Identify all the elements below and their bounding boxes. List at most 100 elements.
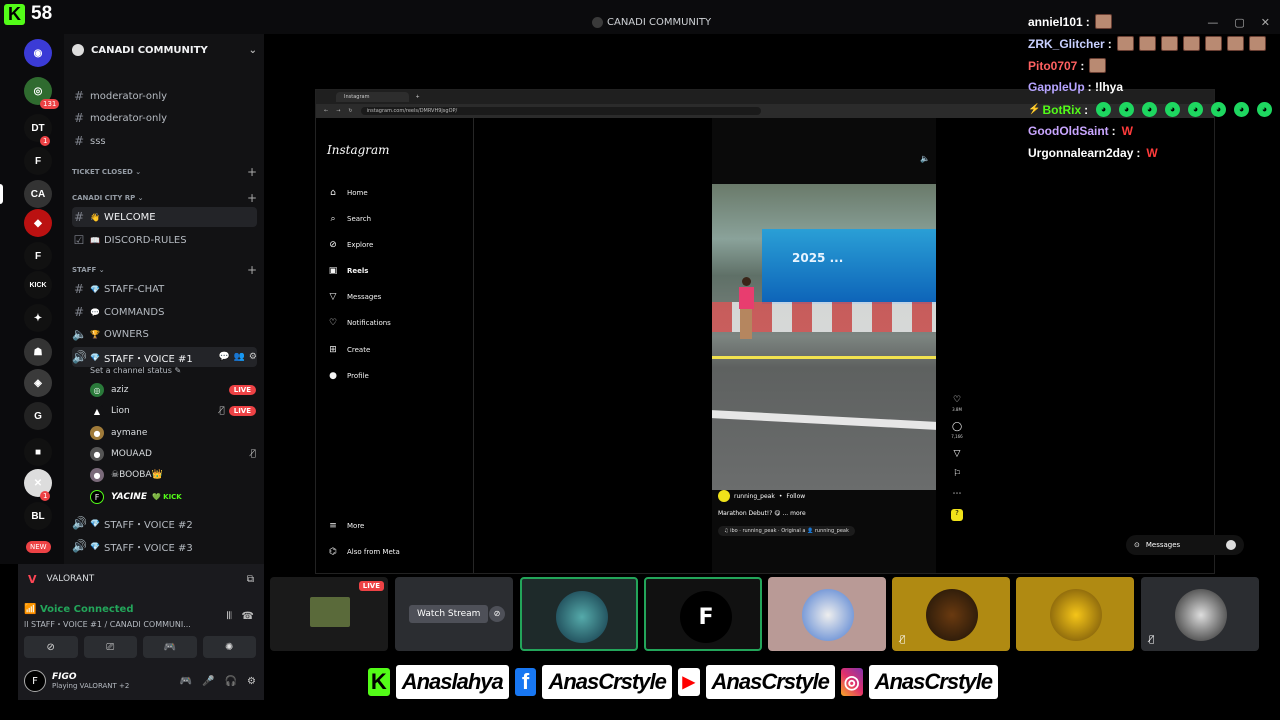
- server-10[interactable]: ☗: [24, 338, 52, 366]
- server-5[interactable]: CA: [24, 180, 52, 208]
- chevron-down-icon[interactable]: ⌄: [249, 45, 257, 56]
- soundboard-button[interactable]: ✺: [202, 636, 256, 658]
- stream-tile-4[interactable]: F: [644, 577, 762, 651]
- mute-icon[interactable]: 🔈: [920, 154, 930, 163]
- instagram-logo[interactable]: Instagram: [327, 143, 390, 157]
- guild-header[interactable]: CANADI COMMUNITY ⌄: [72, 42, 257, 58]
- plus-icon[interactable]: +: [247, 165, 257, 179]
- new-tab-icon[interactable]: +: [415, 94, 419, 100]
- channel-owners[interactable]: 🔈 🏆 OWNERS: [72, 324, 257, 344]
- headphones-icon[interactable]: 🎧: [225, 676, 237, 687]
- channel-staff-voice-3[interactable]: 🔊 💎 STAFF・VOICE #3: [72, 536, 257, 556]
- chat-username[interactable]: anniel101: [1028, 15, 1083, 29]
- ig-nav-search[interactable]: ⌕ Search: [328, 214, 371, 224]
- channel-status[interactable]: Set a channel status ✎: [90, 366, 181, 375]
- ig-nav-reels[interactable]: ▣ Reels: [328, 266, 369, 276]
- channel-staff-chat[interactable]: # 💎 STAFF-CHAT: [72, 279, 257, 299]
- server-7[interactable]: F: [24, 242, 52, 270]
- noise-suppression-icon[interactable]: 𝄃𝄃: [227, 611, 231, 622]
- close-icon[interactable]: ⊘: [489, 606, 505, 622]
- screen-share-icon[interactable]: ⧉: [247, 574, 254, 585]
- stream-tile-5[interactable]: [768, 577, 886, 651]
- ig-nav-messages[interactable]: ▽ Messages: [328, 292, 382, 302]
- more-options-icon[interactable]: ⋯: [953, 489, 962, 499]
- camera-off-button[interactable]: ⊘: [24, 636, 78, 658]
- follow-button[interactable]: Follow: [786, 493, 805, 500]
- ig-nav-create[interactable]: ⊞ Create: [328, 345, 370, 355]
- add-member-icon[interactable]: 👥: [234, 352, 245, 362]
- chat-username[interactable]: ZRK_Glitcher: [1028, 37, 1105, 51]
- reel-video[interactable]: 2025 ...: [712, 184, 936, 490]
- chat-username[interactable]: Pito0707: [1028, 59, 1077, 73]
- stream-tile-2[interactable]: Watch Stream ⊘: [395, 577, 513, 651]
- category-canadi-city[interactable]: CANADI CITY RP ⌄ +: [72, 191, 257, 205]
- browser-tab[interactable]: Instagram: [336, 92, 410, 102]
- share-icon[interactable]: ▽: [954, 449, 961, 459]
- activity-button[interactable]: 🎮: [143, 636, 197, 658]
- chat-username[interactable]: Urgonnalearn2day: [1028, 146, 1133, 160]
- server-15[interactable]: BL: [24, 502, 52, 530]
- server-11[interactable]: ◈: [24, 369, 52, 397]
- server-13[interactable]: ■: [24, 438, 52, 466]
- ig-nav-notifications[interactable]: ♡ Notifications: [328, 318, 391, 328]
- chat-username[interactable]: GappleUp: [1028, 80, 1085, 94]
- address-input[interactable]: instagram.com/reels/DMRVH9jsgOP/: [360, 107, 761, 115]
- ig-nav-home[interactable]: ⌂ Home: [328, 188, 368, 198]
- channel-staff-voice-1[interactable]: 🔊 💎 STAFF・VOICE #1 💬 👥 ⚙: [72, 347, 257, 367]
- disconnect-icon[interactable]: ☎: [242, 611, 254, 622]
- like-icon[interactable]: ♡: [953, 395, 961, 405]
- server-1[interactable]: ◉: [24, 39, 52, 67]
- reel-caption[interactable]: Marathon Debut!? 😋 ... more: [718, 510, 930, 517]
- server-12[interactable]: G: [24, 402, 52, 430]
- ig-nav-more[interactable]: ≡ More: [328, 521, 364, 531]
- channel-moderator-only-2[interactable]: # moderator-only: [72, 108, 257, 128]
- audio-thumbnail-icon[interactable]: ?: [951, 509, 963, 521]
- reel-audio[interactable]: ♫ ibo · running_peak · Original a 👤 runn…: [718, 526, 855, 536]
- current-user[interactable]: F FIGO Playing VALORANT +2 🎮 🎤 🎧 ⚙: [24, 668, 256, 694]
- channel-welcome[interactable]: # 👋 WELCOME: [72, 207, 257, 227]
- stream-tile-8[interactable]: 🎙̸: [1141, 577, 1259, 651]
- reel-player[interactable]: 🔈 2025 ... running_peak • Follow Maratho…: [712, 118, 936, 573]
- microphone-icon[interactable]: 🎤: [202, 676, 214, 687]
- chat-username[interactable]: BotRix: [1042, 103, 1081, 117]
- voice-user-aymane[interactable]: ● aymane: [90, 423, 256, 443]
- channel-discord-rules[interactable]: ☑ 📖 DISCORD-RULES: [72, 230, 257, 250]
- messages-pill[interactable]: ⊙ Messages: [1126, 535, 1244, 555]
- share-screen-button[interactable]: ⎚: [83, 636, 137, 658]
- chat-username[interactable]: GoodOldSaint: [1028, 124, 1109, 138]
- reload-icon[interactable]: ↻: [348, 108, 352, 114]
- comment-icon[interactable]: ◯: [952, 422, 962, 432]
- stream-tile-6[interactable]: 🎙̸: [892, 577, 1010, 651]
- server-6[interactable]: ◆: [24, 209, 52, 237]
- ig-nav-explore[interactable]: ⊘ Explore: [328, 240, 373, 250]
- gear-icon[interactable]: ⚙: [247, 676, 256, 687]
- bookmark-icon[interactable]: ⚐: [953, 469, 961, 479]
- server-9[interactable]: ✦: [24, 304, 52, 332]
- voice-user-lion[interactable]: ▲ Lion 🎙̸ LIVE: [90, 401, 256, 421]
- reel-author[interactable]: running_peak • Follow: [718, 490, 930, 502]
- ig-nav-profile[interactable]: ● Profile: [328, 371, 369, 381]
- channel-staff-voice-2[interactable]: 🔊 💎 STAFF・VOICE #2: [72, 513, 257, 533]
- watch-stream-button[interactable]: Watch Stream: [409, 605, 489, 623]
- stream-tile-1[interactable]: LIVE: [270, 577, 388, 651]
- stream-tile-7[interactable]: [1016, 577, 1134, 651]
- gear-icon[interactable]: ⚙: [249, 352, 257, 362]
- stream-tile-3[interactable]: [520, 577, 638, 651]
- plus-icon[interactable]: +: [247, 263, 257, 277]
- voice-user-mouaad[interactable]: ● MOUAAD 🎙̸: [90, 444, 256, 464]
- category-ticket-closed[interactable]: TICKET CLOSED ⌄ +: [72, 165, 257, 179]
- forward-icon[interactable]: →: [336, 108, 340, 114]
- chat-icon[interactable]: 💬: [218, 352, 229, 362]
- server-8[interactable]: KICK: [24, 271, 52, 299]
- controller-icon[interactable]: 🎮: [180, 676, 192, 687]
- voice-user-booba[interactable]: ● ☠BOOBA👑: [90, 465, 256, 485]
- voice-user-aziz[interactable]: ◎ aziz LIVE: [90, 380, 256, 400]
- plus-icon[interactable]: +: [247, 191, 257, 205]
- channel-commands[interactable]: # 💬 COMMANDS: [72, 302, 257, 322]
- ig-nav-meta[interactable]: ⌬ Also from Meta: [328, 547, 400, 557]
- voice-user-yacine[interactable]: F YACINE 💚 KICK: [90, 487, 256, 507]
- server-4[interactable]: F: [24, 147, 52, 175]
- channel-sss[interactable]: # sss: [72, 131, 257, 151]
- channel-moderator-only-1[interactable]: # moderator-only: [72, 86, 257, 106]
- category-staff[interactable]: STAFF ⌄ +: [72, 263, 257, 277]
